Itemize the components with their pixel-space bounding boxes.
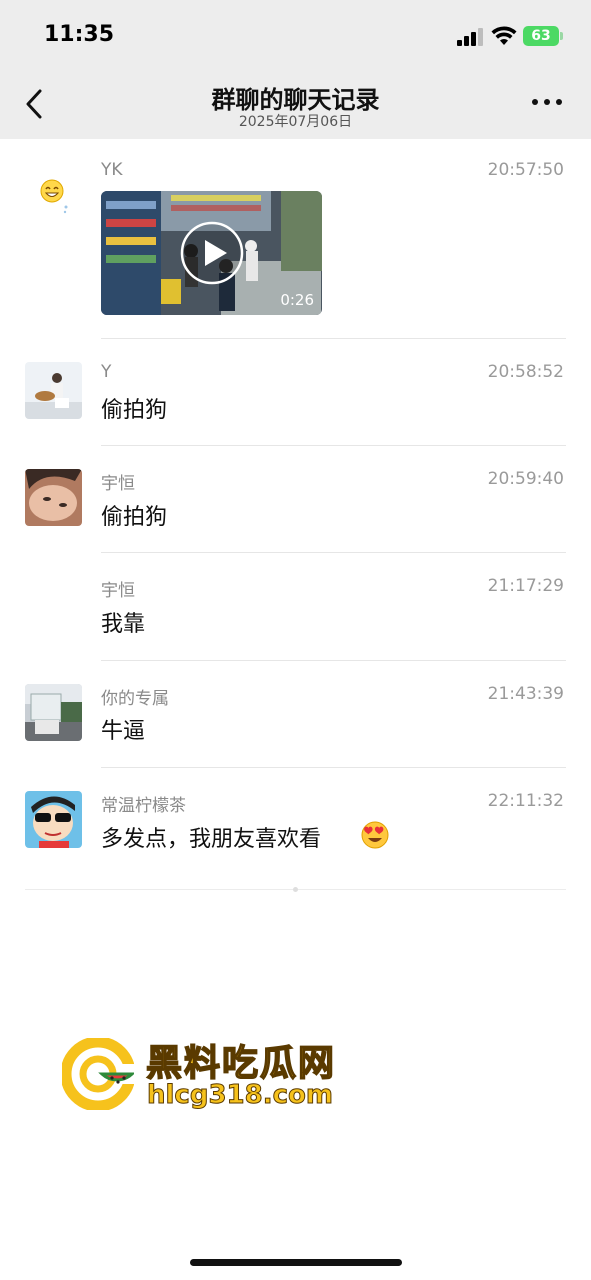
end-dot <box>293 887 298 892</box>
sender-name: 宇恒 <box>101 474 135 494</box>
signal-icon <box>457 28 483 46</box>
battery-icon: 63 <box>523 26 559 46</box>
home-indicator[interactable] <box>190 1259 402 1266</box>
divider <box>101 767 566 768</box>
watermark-url: hlcg318.com <box>147 1080 334 1111</box>
divider <box>101 338 566 339</box>
message-text: 多发点，我朋友喜欢看 <box>101 827 322 852</box>
message-text: 我靠 <box>101 612 146 637</box>
message-text: 偷拍狗 <box>101 398 168 423</box>
status-time: 11:35 <box>44 22 115 47</box>
divider <box>101 660 566 661</box>
top-bar: 11:35 63 群聊的聊天记录 2025年07月06日 <box>0 0 591 139</box>
message-text: 偷拍狗 <box>101 505 168 530</box>
message-time: 22:11:32 <box>487 791 564 811</box>
page-title: 群聊的聊天记录 <box>211 86 380 114</box>
message-text: 牛逼 <box>101 719 146 744</box>
avatar[interactable] <box>25 469 82 526</box>
status-icons: 63 <box>457 24 567 50</box>
message-time: 20:58:52 <box>487 362 564 382</box>
message-time: 21:43:39 <box>487 684 564 704</box>
sender-name: 你的专属 <box>101 689 169 709</box>
message-time: 21:17:29 <box>487 576 564 596</box>
video-duration: 0:26 <box>280 291 314 309</box>
watermark-title: 黑料吃瓜网 <box>145 1042 337 1085</box>
play-icon[interactable] <box>180 221 244 285</box>
sender-name: YK <box>101 160 123 180</box>
battery-tip <box>560 32 563 40</box>
avatar[interactable] <box>25 684 82 741</box>
sender-name: 宇恒 <box>101 581 135 601</box>
page-date: 2025年07月06日 <box>238 114 353 130</box>
message-time: 20:57:50 <box>487 160 564 180</box>
divider <box>101 552 566 553</box>
wifi-icon <box>491 26 517 45</box>
sender-name: Y <box>101 362 112 382</box>
video-message[interactable]: 0:26 <box>101 191 322 315</box>
avatar[interactable] <box>25 362 82 419</box>
sender-name: 常温柠檬茶 <box>101 796 186 816</box>
divider <box>101 445 566 446</box>
avatar-emoji-icon[interactable] <box>38 174 70 214</box>
more-icon[interactable] <box>531 92 563 112</box>
watermark-logo-icon <box>62 1038 134 1110</box>
message-time: 20:59:40 <box>487 469 564 489</box>
heart-eyes-emoji-icon <box>361 821 389 849</box>
avatar[interactable] <box>25 791 82 848</box>
